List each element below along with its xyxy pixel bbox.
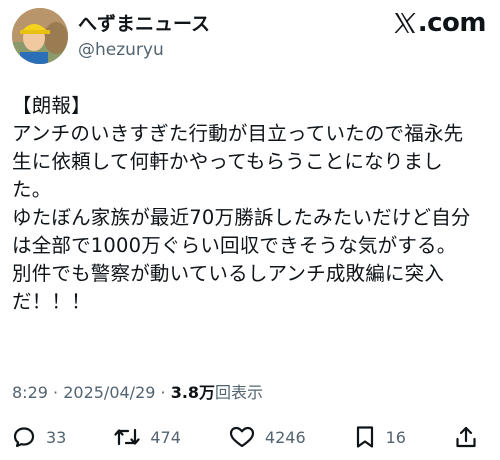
user-handle[interactable]: @hezuryu bbox=[78, 38, 210, 62]
post-date[interactable]: 2025/04/29 bbox=[63, 383, 155, 402]
action-bar: 33 474 4246 16 bbox=[12, 422, 488, 452]
bookmark-button[interactable]: 16 bbox=[354, 425, 406, 449]
reply-icon bbox=[13, 427, 35, 448]
share-icon bbox=[456, 426, 476, 448]
avatar-image bbox=[12, 8, 68, 64]
repost-button[interactable]: 474 bbox=[114, 425, 181, 449]
display-name[interactable]: へずまニュース bbox=[78, 12, 210, 36]
x-logo-icon bbox=[394, 13, 416, 33]
views-label: 回表示 bbox=[215, 383, 264, 402]
repost-count: 474 bbox=[150, 427, 181, 447]
post-time[interactable]: 8:29 bbox=[12, 383, 48, 402]
like-count: 4246 bbox=[264, 427, 306, 447]
meta-separator: · bbox=[155, 383, 171, 402]
post-meta: 8:29 · 2025/04/29 · 3.8万回表示 bbox=[12, 382, 263, 404]
brand-watermark: .com bbox=[393, 8, 487, 38]
bookmark-icon bbox=[356, 426, 373, 448]
like-button[interactable]: 4246 bbox=[229, 425, 306, 449]
repost-icon bbox=[114, 428, 140, 446]
reply-button[interactable]: 33 bbox=[12, 425, 66, 449]
brand-text: .com bbox=[417, 8, 487, 38]
bookmark-count: 16 bbox=[385, 427, 406, 447]
like-icon bbox=[229, 426, 255, 448]
post-header: へずまニュース @hezuryu .com bbox=[12, 6, 488, 68]
avatar[interactable] bbox=[12, 8, 68, 64]
post-text: 【朗報】 アンチのいきすぎた行動が目立っていたので福永先 生に依頼して何軒かやっ… bbox=[12, 94, 471, 313]
share-button[interactable] bbox=[454, 425, 488, 449]
reply-count: 33 bbox=[46, 427, 67, 447]
views-count: 3.8万 bbox=[170, 383, 216, 402]
meta-separator: · bbox=[47, 383, 64, 402]
